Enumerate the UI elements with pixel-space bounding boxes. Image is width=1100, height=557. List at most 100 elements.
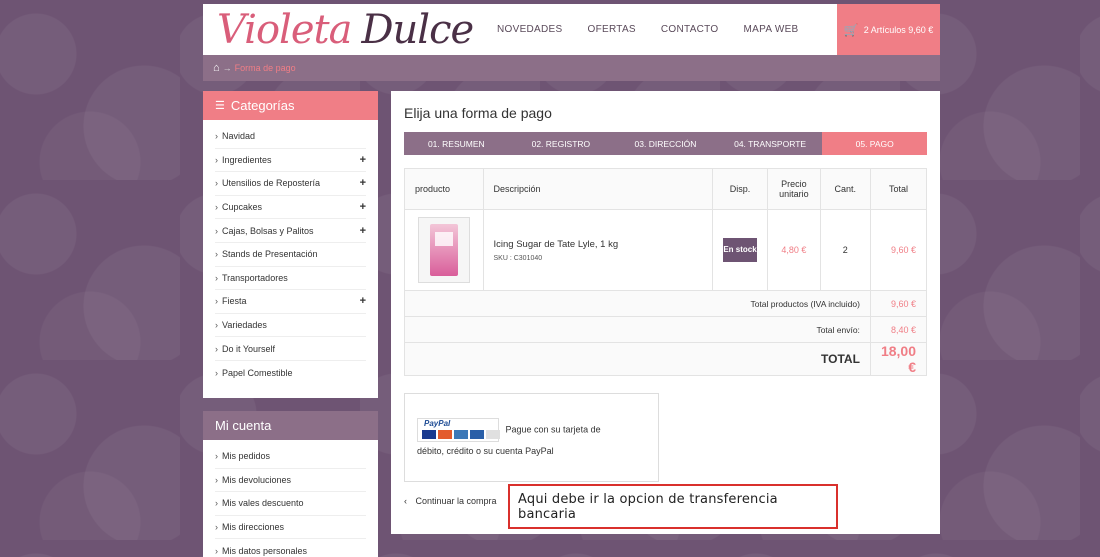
home-icon[interactable]: ⌂ — [213, 62, 220, 74]
sidebar-item-label: Papel Comestible — [222, 367, 293, 378]
grand-total-label: TOTAL — [404, 342, 871, 376]
continue-label: Continuar la compra — [415, 496, 497, 506]
chevron-right-icon: › — [215, 546, 218, 557]
sidebar-account-item[interactable]: › Mis direcciones — [215, 516, 366, 540]
sidebar-category-item[interactable]: › Navidad — [215, 125, 366, 149]
sidebar-category-item[interactable]: › Fiesta + — [215, 290, 366, 314]
sidebar-account-item[interactable]: › Mis datos personales — [215, 539, 366, 557]
stock-badge: En stock — [722, 238, 757, 262]
expand-icon[interactable]: + — [360, 177, 366, 189]
checkout-steps: 01. RESUMEN 02. REGISTRO 03. DIRECCIÓN 04. … — [404, 132, 927, 155]
sidebar-category-item[interactable]: › Cupcakes + — [215, 196, 366, 220]
shipping-value: 8,40 € — [869, 316, 928, 343]
col-unit-price: Precio unitario — [766, 168, 821, 210]
expand-icon[interactable]: + — [360, 295, 366, 307]
breadcrumb-separator: → — [222, 63, 232, 73]
sidebar-category-item[interactable]: › Utensilios de Repostería + — [215, 172, 366, 196]
sidebar-account-item[interactable]: › Mis devoluciones — [215, 469, 366, 493]
chevron-right-icon: › — [215, 343, 218, 354]
col-description: Descripción — [482, 168, 713, 210]
product-name[interactable]: Icing Sugar de Tate Lyle, 1 kg — [494, 239, 702, 250]
sidebar-item-label: Variedades — [222, 320, 267, 331]
echeck-icon — [486, 430, 500, 439]
sidebar-item-label: Do it Yourself — [222, 343, 276, 354]
checkout-step[interactable]: 04. TRANSPORTE — [718, 132, 823, 155]
product-thumb-cell — [404, 209, 484, 291]
col-total: Total — [869, 168, 928, 210]
line-total: 9,60 € — [869, 209, 928, 291]
chevron-right-icon: › — [215, 178, 218, 189]
expand-icon[interactable]: + — [360, 225, 366, 237]
categories-list: › Navidad › Ingredientes + › Utensilios de Rep… — [203, 120, 378, 385]
cart-summary: 2 Artículos 9,60 € — [863, 24, 934, 35]
chevron-right-icon: › — [215, 498, 218, 509]
account-title: Mi cuenta — [215, 418, 272, 433]
product-description-cell: Icing Sugar de Tate Lyle, 1 kg SKU : C30… — [482, 209, 713, 291]
total-products-label: Total productos (IVA incluido) — [404, 290, 871, 317]
checkout-step[interactable]: 05. PAGO — [822, 132, 927, 155]
chevron-right-icon: › — [215, 320, 218, 331]
account-panel: Mi cuenta › Mis pedidos › Mis devoluciones ›… — [203, 411, 378, 557]
table-row: Icing Sugar de Tate Lyle, 1 kg SKU : C30… — [404, 209, 928, 291]
sidebar-category-item[interactable]: › Variedades — [215, 314, 366, 338]
paypal-payment-option[interactable]: PayPal Pague con su tarjeta de débito, c… — [404, 393, 659, 482]
site-logo[interactable]: Violeta Dulce — [203, 4, 474, 55]
quantity: 2 — [819, 209, 871, 291]
total-products-value: 9,60 € — [869, 290, 928, 317]
account-list: › Mis pedidos › Mis devoluciones › Mis vales … — [203, 440, 378, 557]
sidebar-account-item[interactable]: › Mis pedidos — [215, 445, 366, 469]
chevron-right-icon: › — [215, 249, 218, 260]
checkout-step[interactable]: 01. RESUMEN — [404, 132, 509, 155]
product-sku: SKU : C301040 — [493, 254, 543, 262]
categories-panel: ☰ Categorías › Navidad › Ingredientes + › Uten… — [203, 91, 378, 398]
paypal-logo: PayPal — [417, 418, 500, 442]
nav-ofertas[interactable]: OFERTAS — [588, 24, 636, 35]
total-products-row: Total productos (IVA incluido) 9,60 € — [404, 290, 928, 317]
sidebar-category-item[interactable]: › Transportadores — [215, 267, 366, 291]
amex-icon — [454, 430, 468, 439]
sidebar-item-label: Stands de Presentación — [222, 249, 318, 260]
cart-button[interactable]: 🛒 2 Artículos 9,60 € — [837, 4, 940, 55]
sidebar-item-label: Mis vales descuento — [222, 498, 304, 509]
sidebar-category-item[interactable]: › Ingredientes + — [215, 149, 366, 173]
chevron-right-icon: › — [215, 367, 218, 378]
account-header: Mi cuenta — [203, 411, 378, 440]
nav-novedades[interactable]: NOVEDADES — [497, 24, 563, 35]
list-icon: ☰ — [215, 100, 225, 112]
sidebar-item-label: Ingredientes — [222, 154, 272, 165]
page-title: Elija una forma de pago — [404, 105, 552, 121]
sidebar-item-label: Navidad — [222, 131, 256, 142]
nav-contacto[interactable]: CONTACTO — [661, 24, 719, 35]
sidebar-item-label: Mis devoluciones — [222, 474, 292, 485]
breadcrumb-current: Forma de pago — [234, 63, 296, 73]
breadcrumb: ⌂ → Forma de pago — [203, 55, 940, 81]
chevron-right-icon: › — [215, 474, 218, 485]
paypal-text-line1: Pague con su tarjeta de — [505, 424, 601, 435]
expand-icon[interactable]: + — [360, 201, 366, 213]
chevron-left-icon: ‹ — [404, 496, 407, 506]
cart-table: producto Descripción Disp. Precio unitar… — [404, 168, 928, 376]
continue-shopping-link[interactable]: ‹ Continuar la compra — [404, 496, 497, 506]
sidebar-account-item[interactable]: › Mis vales descuento — [215, 492, 366, 516]
card-logos — [422, 430, 500, 439]
nav-mapa-web[interactable]: MAPA WEB — [744, 24, 799, 35]
sidebar-category-item[interactable]: › Do it Yourself — [215, 337, 366, 361]
product-image[interactable] — [417, 217, 470, 283]
sidebar-category-item[interactable]: › Stands de Presentación — [215, 243, 366, 267]
expand-icon[interactable]: + — [360, 154, 366, 166]
checkout-step[interactable]: 02. REGISTRO — [509, 132, 614, 155]
grand-total-value: 18,00 € — [869, 342, 928, 376]
cart-icon: 🛒 — [843, 22, 859, 37]
paypal-text-line2: débito, crédito o su cuenta PayPal — [417, 446, 554, 456]
categories-title: Categorías — [230, 98, 295, 113]
chevron-right-icon: › — [215, 296, 218, 307]
chevron-right-icon: › — [215, 225, 218, 236]
annotation-note: Aqui debe ir la opcion de transferencia … — [508, 484, 838, 529]
chevron-right-icon: › — [215, 154, 218, 165]
col-availability: Disp. — [711, 168, 768, 210]
chevron-right-icon: › — [215, 272, 218, 283]
sidebar-category-item[interactable]: › Cajas, Bolsas y Palitos + — [215, 219, 366, 243]
paypal-logo-text: PayPal — [424, 419, 451, 428]
checkout-step[interactable]: 03. DIRECCIÓN — [613, 132, 718, 155]
sidebar-category-item[interactable]: › Papel Comestible — [215, 361, 366, 385]
